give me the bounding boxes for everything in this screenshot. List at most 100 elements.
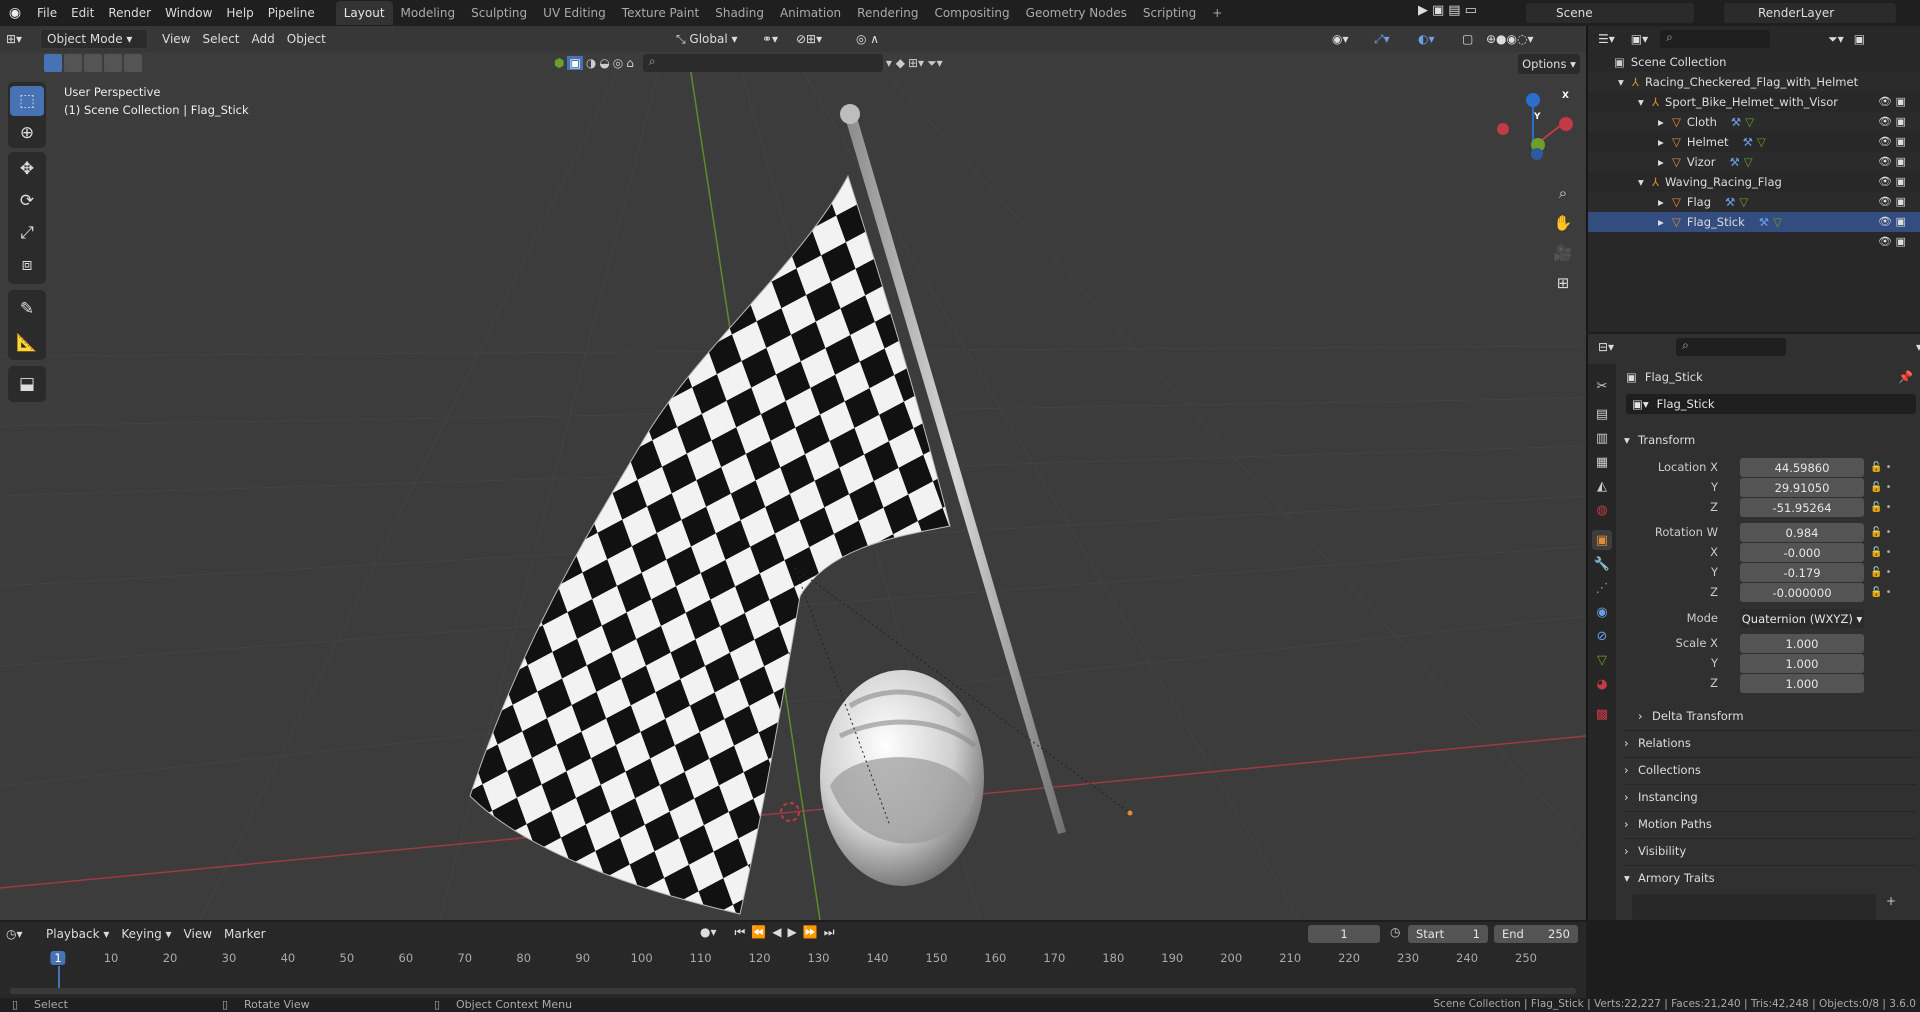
mesh-data-icon[interactable]: ▽ (1739, 195, 1748, 209)
menu-window[interactable]: Window (158, 0, 219, 26)
eye-icon[interactable]: 👁 ▣ (1878, 152, 1918, 172)
location-x-field[interactable]: 44.59860 (1740, 458, 1864, 477)
menu-select[interactable]: Select (196, 29, 245, 49)
expand-icon[interactable]: ▸ (1658, 195, 1672, 209)
properties-search-input[interactable]: ⌕ (1676, 338, 1786, 356)
constraints-tab-icon[interactable]: ⊘ (1592, 626, 1612, 646)
collections-section[interactable]: › Collections (1624, 757, 1916, 781)
prev-keyframe-icon[interactable]: ⏪ (751, 925, 766, 940)
instancing-section[interactable]: › Instancing (1624, 784, 1916, 808)
scene-tab-icon[interactable]: ◭ (1592, 476, 1612, 496)
expand-icon[interactable]: ▸ (1658, 135, 1672, 149)
mesh-data-icon[interactable]: ▽ (1744, 155, 1753, 169)
material-filter-icon[interactable]: ◑ (586, 56, 596, 70)
rotate-tool[interactable]: ⟳ (10, 186, 44, 216)
mesh-data-icon[interactable]: ▽ (1745, 115, 1754, 129)
cursor-tool[interactable]: ⊕ (10, 118, 44, 148)
outliner-item[interactable]: ▾ ⅄ Waving_Racing_Flag (1588, 172, 1920, 192)
play-render-icon[interactable]: ▶ (1418, 3, 1428, 18)
tab-compositing[interactable]: Compositing (926, 1, 1017, 25)
play-reverse-icon[interactable]: ◀ (772, 925, 781, 940)
next-keyframe-icon[interactable]: ⏩ (803, 925, 818, 940)
eye-icon[interactable]: 👁 ▣ (1878, 172, 1918, 192)
tab-shading[interactable]: Shading (707, 1, 772, 25)
location-z-field[interactable]: -51.95264 (1740, 498, 1864, 517)
menu-view[interactable]: View (156, 29, 196, 49)
outliner-item[interactable]: ▸ ▽ Vizor ⚒ ▽ (1588, 152, 1920, 172)
frame-ruler[interactable]: 1 10 20 30 40 50 60 70 80 90 100 110 120 130 140 150 160… (0, 946, 1586, 998)
select-extend-icon[interactable] (64, 54, 82, 72)
menu-view[interactable]: View (178, 924, 218, 944)
menu-object[interactable]: Object (281, 29, 332, 49)
outliner-item[interactable]: ▸ ▽ Helmet ⚒ ▽ (1588, 132, 1920, 152)
move-tool[interactable]: ✥ (10, 154, 44, 184)
material-tab-icon[interactable]: ◕ (1592, 674, 1612, 694)
snap-icon[interactable]: ⊘⊞▾ (790, 29, 828, 49)
transform-orientation-dropdown[interactable]: ⤡ Global ▾ (670, 29, 750, 49)
object-name-field[interactable]: ▣▾ Flag_Stick (1626, 394, 1916, 414)
scale-x-field[interactable]: 1.000 (1740, 634, 1864, 653)
timeline-editor-icon[interactable]: ◷▾ (0, 924, 40, 944)
viewport-search-input[interactable]: ⌕ (642, 54, 883, 72)
menu-help[interactable]: Help (219, 0, 260, 26)
motion-paths-section[interactable]: › Motion Paths (1624, 811, 1916, 835)
modifier-icon[interactable]: ⚒ (1725, 195, 1735, 209)
options-dropdown[interactable]: Options ▾ (1518, 54, 1580, 74)
tab-layout[interactable]: Layout (335, 1, 393, 25)
modifier-icon[interactable]: ⚒ (1743, 135, 1753, 149)
playhead[interactable] (58, 966, 60, 988)
expand-icon[interactable]: ▾ (1638, 95, 1652, 109)
gizmo-toggle-icon[interactable]: ⤢▾ (1368, 29, 1396, 49)
pin-icon[interactable]: 📌 (1898, 370, 1913, 384)
shading-modes-icon[interactable]: ⊕●◉◌▾ (1480, 29, 1540, 49)
transform-tool[interactable]: ⧈ (10, 250, 44, 280)
menu-render[interactable]: Render (101, 0, 158, 26)
mesh-filter-icon[interactable]: ▣ (567, 56, 583, 70)
proportional-edit-icon[interactable]: ◎ ∧ (850, 29, 885, 49)
eye-icon[interactable]: 👁 ▣ (1878, 92, 1918, 112)
expand-icon[interactable]: ▸ (1658, 155, 1672, 169)
jump-start-icon[interactable]: ⏮ (735, 925, 746, 940)
menu-file[interactable]: File (30, 0, 64, 26)
start-frame-field[interactable]: Start 1 (1408, 925, 1488, 943)
outliner-item[interactable]: ▸ ▽ Cloth ⚒ ▽ (1588, 112, 1920, 132)
clock-icon[interactable]: ◷ (1390, 925, 1400, 939)
visibility-section[interactable]: › Visibility (1624, 838, 1916, 862)
annotate-tool[interactable]: ✎ (10, 294, 44, 324)
select-new-icon[interactable] (44, 54, 62, 72)
rotation-z-field[interactable]: -0.000000 (1740, 583, 1864, 602)
expand-icon[interactable]: ▾ (1638, 175, 1652, 189)
mesh-data-icon[interactable]: ▽ (1757, 135, 1766, 149)
scale-z-field[interactable]: 1.000 (1740, 674, 1864, 693)
bookmark-icon[interactable]: ▾ ◆ (886, 56, 905, 70)
view-layer-selector[interactable]: RenderLayer (1724, 3, 1896, 23)
camera-view-icon[interactable]: 🎥 (1550, 240, 1576, 266)
world-tab-icon[interactable]: ◍ (1592, 500, 1612, 520)
data-tab-icon[interactable]: ▽ (1592, 650, 1612, 670)
zoom-icon[interactable]: ⌕ (1550, 180, 1576, 206)
empty-filter-icon[interactable]: ⌂ (626, 56, 634, 70)
pivot-icon[interactable]: ⚭▾ (756, 29, 784, 49)
xray-icon[interactable]: ▢ (1456, 29, 1479, 49)
outliner-search-input[interactable]: ⌕ (1660, 30, 1771, 48)
select-invert-icon[interactable] (104, 54, 122, 72)
lock-icon[interactable]: 🔓 • (1870, 478, 1910, 498)
menu-edit[interactable]: Edit (64, 0, 101, 26)
lock-icon[interactable]: 🔓 • (1870, 583, 1910, 603)
select-box-tool[interactable]: ⬚ (10, 86, 44, 116)
menu-add[interactable]: Add (246, 29, 281, 49)
gizmo-y-label[interactable]: Y (1534, 112, 1541, 122)
add-workspace-button[interactable]: + (1204, 1, 1230, 25)
object-types-icon[interactable]: ⬢ (554, 56, 564, 70)
armory-traits-list[interactable] (1632, 894, 1876, 920)
outliner-filter-icon[interactable]: ⏷▾ (1828, 32, 1844, 47)
relations-section[interactable]: › Relations (1624, 730, 1916, 754)
eye-icon[interactable]: 👁 ▣ (1878, 132, 1918, 152)
tab-modeling[interactable]: Modeling (393, 1, 464, 25)
tab-scripting[interactable]: Scripting (1135, 1, 1204, 25)
render-anim-icon[interactable]: ▤ (1448, 3, 1460, 18)
texture-tab-icon[interactable]: ▩ (1592, 704, 1612, 724)
menu-keying[interactable]: Keying ▾ (115, 924, 177, 944)
object-tab-icon[interactable]: ▣ (1592, 530, 1612, 550)
render-image-icon[interactable]: ▣ (1432, 3, 1444, 18)
